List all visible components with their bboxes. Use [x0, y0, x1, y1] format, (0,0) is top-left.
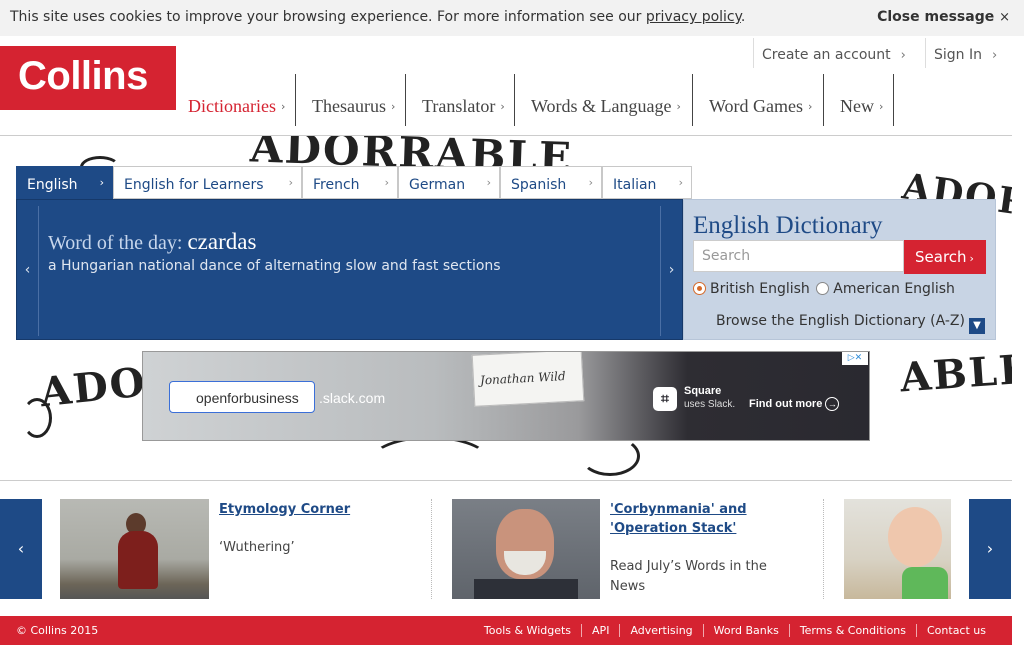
- footer-link-api[interactable]: API: [581, 624, 620, 637]
- chevron-right-icon: ›: [678, 176, 683, 189]
- doodle-squiggle: [370, 436, 490, 480]
- adchoices-icon[interactable]: ▷✕: [842, 352, 868, 365]
- tab-italian[interactable]: Italian ›: [602, 166, 692, 199]
- ad-domain-field: openforbusiness: [169, 381, 315, 413]
- square-logo-icon: ⌗: [653, 387, 677, 411]
- footer-link-tools-widgets[interactable]: Tools & Widgets: [474, 624, 581, 637]
- chevron-right-icon: ›: [676, 100, 681, 113]
- carousel-prev-button[interactable]: ‹: [0, 499, 42, 599]
- chevron-right-icon: ›: [280, 100, 286, 113]
- footer-link-word-banks[interactable]: Word Banks: [702, 624, 789, 637]
- arrow-right-icon: →: [825, 397, 840, 411]
- privacy-policy-link[interactable]: privacy policy: [646, 9, 741, 25]
- ad-banner[interactable]: Jonathan Wild openforbusiness .slack.com…: [142, 351, 870, 441]
- chevron-right-icon: ›: [879, 100, 884, 113]
- chevron-right-icon: ›: [900, 48, 906, 63]
- wotd-word-link[interactable]: czardas: [187, 229, 256, 254]
- chevron-right-icon: ›: [588, 176, 593, 189]
- nav-thesaurus[interactable]: Thesaurus ›: [295, 74, 395, 126]
- wotd-next-button[interactable]: ›: [660, 206, 682, 336]
- doodle-squiggle: [22, 398, 52, 438]
- create-account-link[interactable]: Create an account ›: [753, 38, 914, 68]
- footer-link-advertising[interactable]: Advertising: [619, 624, 703, 637]
- doodle-word: ABLE: [898, 345, 1012, 402]
- wotd-definition: a Hungarian national dance of alternatin…: [48, 258, 501, 274]
- sign-in-link[interactable]: Sign In ›: [925, 38, 1005, 68]
- cookie-banner: This site uses cookies to improve your b…: [0, 0, 1024, 36]
- baby-image[interactable]: [844, 499, 951, 599]
- chevron-right-icon: ›: [808, 100, 813, 113]
- chevron-right-icon: ›: [500, 100, 505, 113]
- carousel-next-button[interactable]: ›: [969, 499, 1011, 599]
- footer-link-contact[interactable]: Contact us: [916, 624, 996, 637]
- chevron-right-icon: ›: [99, 176, 104, 189]
- close-icon: ×: [999, 10, 1010, 25]
- chevron-right-icon: ›: [486, 176, 491, 189]
- search-input[interactable]: Search: [693, 240, 904, 272]
- chevron-right-icon: ›: [969, 252, 974, 265]
- card-title-etymology[interactable]: Etymology Corner: [219, 500, 350, 519]
- footer-links: Tools & Widgets API Advertising Word Banks T…: [474, 624, 996, 637]
- browse-dictionary-link[interactable]: Browse the English Dictionary (A-Z) ▼: [716, 313, 985, 334]
- tab-german[interactable]: German ›: [398, 166, 500, 199]
- tab-english[interactable]: English ›: [16, 166, 113, 199]
- chevron-right-icon: ›: [384, 176, 389, 189]
- chevron-down-icon: ▼: [968, 318, 985, 334]
- dictionary-search-panel: English Dictionary Search Search › Britis…: [683, 199, 996, 340]
- ad-brand-sub: uses Slack.: [684, 399, 736, 410]
- chevron-right-icon: ›: [288, 176, 293, 189]
- footer: © Collins 2015 Tools & Widgets API Adverti…: [0, 616, 1012, 645]
- footer-link-terms[interactable]: Terms & Conditions: [788, 624, 916, 637]
- card-divider: [431, 499, 432, 599]
- tab-spanish[interactable]: Spanish ›: [500, 166, 602, 199]
- card-divider: [823, 499, 824, 599]
- baby-face: [888, 507, 942, 567]
- chevron-right-icon: ›: [986, 539, 994, 558]
- dictionary-heading: English Dictionary: [693, 212, 883, 239]
- radio-british-english[interactable]: [693, 282, 706, 295]
- wotd-title: Word of the day: czardas: [48, 229, 257, 254]
- card-title-corbynmania[interactable]: 'Corbynmania' and 'Operation Stack': [610, 500, 760, 538]
- nav-divider: [893, 74, 894, 126]
- nav-word-games[interactable]: Word Games ›: [692, 74, 812, 126]
- collins-logo[interactable]: Collins: [0, 46, 176, 110]
- etymology-image[interactable]: [60, 499, 209, 599]
- tab-french[interactable]: French ›: [302, 166, 398, 199]
- chevron-right-icon: ›: [390, 100, 396, 113]
- nav-translator[interactable]: Translator ›: [405, 74, 505, 126]
- cookie-message: This site uses cookies to improve your b…: [10, 9, 746, 25]
- copyright: © Collins 2015: [16, 624, 99, 637]
- tab-english-for-learners[interactable]: English for Learners ›: [113, 166, 302, 199]
- nav-words-language[interactable]: Words & Language ›: [514, 74, 681, 126]
- chevron-left-icon: ‹: [24, 262, 31, 278]
- doodle-squiggle: [580, 436, 640, 476]
- jacket-shape: [474, 579, 578, 599]
- chevron-right-icon: ›: [992, 48, 998, 63]
- baby-shirt: [902, 567, 948, 599]
- word-of-the-day-panel: ‹ Word of the day: czardas a Hungarian n…: [16, 199, 683, 340]
- dialect-radio-group: British English American English: [693, 281, 955, 297]
- search-button[interactable]: Search ›: [904, 240, 986, 274]
- card-subtitle-corbynmania: Read July’s Words in the News: [610, 559, 767, 594]
- ad-find-out-more-link[interactable]: Find out more →: [749, 397, 840, 411]
- wotd-prev-button[interactable]: ‹: [17, 206, 39, 336]
- radio-american-english[interactable]: [816, 282, 830, 295]
- close-message-button[interactable]: Close message ×: [877, 9, 1010, 25]
- chevron-left-icon: ‹: [17, 539, 25, 558]
- ad-brand: Square: [684, 385, 722, 397]
- ad-signature-card: Jonathan Wild: [471, 352, 585, 407]
- corbyn-image[interactable]: [452, 499, 600, 599]
- nav-dictionaries[interactable]: Dictionaries ›: [188, 74, 285, 126]
- figure-dress: [118, 531, 158, 589]
- card-subtitle-etymology: ‘Wuthering’: [219, 540, 295, 555]
- nav-new[interactable]: New ›: [823, 74, 883, 126]
- ad-domain-suffix: .slack.com: [319, 390, 386, 406]
- feature-carousel: ‹ Etymology Corner ‘Wuthering’ 'Corbynma…: [0, 480, 1012, 616]
- chevron-right-icon: ›: [668, 262, 675, 278]
